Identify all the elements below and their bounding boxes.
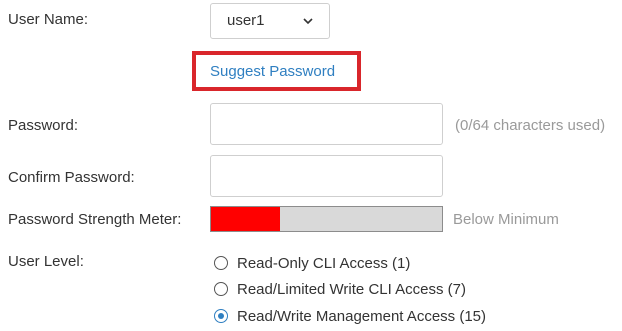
suggest-password-link[interactable]: Suggest Password (210, 63, 335, 80)
suggest-password-highlight: Suggest Password (192, 51, 361, 91)
confirm-password-label: Confirm Password: (8, 169, 135, 186)
radio-button[interactable] (214, 256, 228, 270)
password-label: Password: (8, 117, 79, 134)
user-level-label: User Level: (8, 253, 84, 270)
strength-meter-fill (211, 207, 281, 231)
confirm-password-input[interactable] (210, 155, 443, 197)
user-name-label: User Name: (8, 11, 89, 28)
user-level-option-read-only[interactable]: Read-Only CLI Access (1) (214, 253, 410, 273)
password-input[interactable] (210, 103, 443, 145)
radio-button[interactable] (214, 309, 228, 323)
radio-button[interactable] (214, 282, 228, 296)
user-level-option-limited-write[interactable]: Read/Limited Write CLI Access (7) (214, 279, 466, 299)
password-char-count: (0/64 characters used) (455, 117, 606, 134)
user-level-option-read-write[interactable]: Read/Write Management Access (15) (214, 306, 486, 326)
strength-meter-status: Below Minimum (453, 211, 559, 228)
chevron-down-icon (303, 18, 313, 25)
user-level-option-label: Read/Write Management Access (15) (237, 307, 487, 325)
strength-meter-bar (210, 206, 443, 232)
user-name-select[interactable]: user1 (210, 3, 330, 39)
strength-meter-label: Password Strength Meter: (8, 211, 182, 228)
user-level-option-label: Read/Limited Write CLI Access (7) (237, 280, 466, 298)
user-name-selected-value: user1 (227, 12, 265, 29)
user-level-option-label: Read-Only CLI Access (1) (237, 254, 411, 272)
